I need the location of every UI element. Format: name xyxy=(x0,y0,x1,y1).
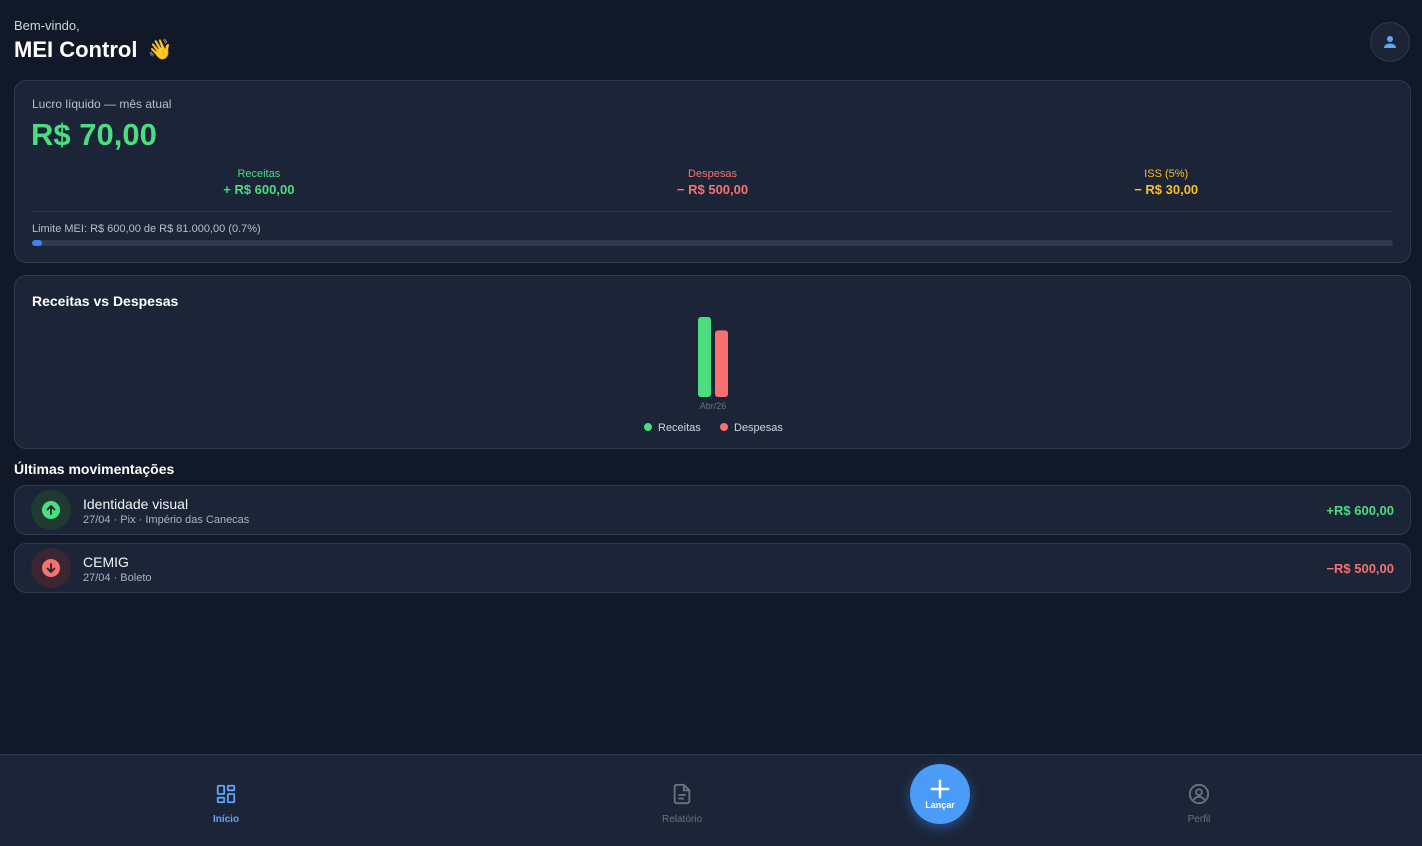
expense-badge xyxy=(31,548,71,588)
bar-receitas xyxy=(698,317,711,397)
nav-report[interactable]: Relatório xyxy=(642,783,722,825)
legend-label-receitas: Receitas xyxy=(658,422,701,434)
profit-label: Lucro líquido — mês atual xyxy=(32,97,172,111)
legend-label-despesas: Despesas xyxy=(734,422,783,434)
net-profit-value: R$ 70,00 xyxy=(31,117,157,152)
plus-icon xyxy=(930,779,950,799)
app: Bem-vindo, MEI Control 👋 Lucro líquido —… xyxy=(0,0,1422,846)
summary-stats: Receitas + R$ 600,00 Despesas − R$ 500,0… xyxy=(32,168,1393,198)
bottom-nav: Início Relatório Lançar Perfil xyxy=(0,754,1422,846)
transaction-row[interactable]: CEMIG 27/04 · Boleto −R$ 500,00 xyxy=(14,543,1411,593)
stat-receitas: Receitas + R$ 600,00 xyxy=(32,168,486,198)
header: Bem-vindo, MEI Control 👋 xyxy=(14,18,1410,68)
mei-limit-progress-fill xyxy=(32,240,42,246)
transaction-amount: +R$ 600,00 xyxy=(1326,503,1394,518)
stat-iss-value: − R$ 30,00 xyxy=(1134,182,1199,197)
app-title: MEI Control xyxy=(14,37,138,62)
transaction-amount: −R$ 500,00 xyxy=(1326,561,1394,576)
dashboard-icon xyxy=(216,784,236,804)
transaction-row[interactable]: Identidade visual 27/04 · Pix · Império … xyxy=(14,485,1411,535)
user-icon xyxy=(1384,36,1396,48)
stat-iss: ISS (5%) − R$ 30,00 xyxy=(939,168,1393,198)
stat-despesas-value: − R$ 500,00 xyxy=(676,182,749,197)
bar-chart: Abr/26 Receitas Despesas xyxy=(644,317,783,434)
add-transaction-button[interactable]: Lançar xyxy=(910,764,970,824)
transaction-meta: 27/04 · Pix · Império das Canecas xyxy=(83,514,250,526)
stat-receitas-label: Receitas xyxy=(237,168,281,180)
mei-limit-progress xyxy=(32,240,1393,246)
stat-despesas-label: Despesas xyxy=(688,168,737,180)
nav-profile[interactable]: Perfil xyxy=(1159,783,1239,825)
title-row: MEI Control 👋 xyxy=(14,37,1410,63)
arrow-down-icon xyxy=(42,559,60,577)
stat-despesas: Despesas − R$ 500,00 xyxy=(486,168,940,198)
nav-home-label: Início xyxy=(212,814,240,825)
stat-receitas-value: + R$ 600,00 xyxy=(223,182,295,197)
transactions-title: Últimas movimentações xyxy=(14,461,175,477)
profile-avatar-button[interactable] xyxy=(1370,22,1410,62)
user-circle-icon xyxy=(1188,783,1210,805)
x-tick-label: Abr/26 xyxy=(700,401,727,411)
mei-limit-text: Limite MEI: R$ 600,00 de R$ 81.000,00 (0… xyxy=(32,223,261,235)
add-transaction-label: Lançar xyxy=(925,800,955,810)
nav-report-label: Relatório xyxy=(661,814,703,825)
income-badge xyxy=(31,490,71,530)
transaction-meta: 27/04 · Boleto xyxy=(83,572,152,584)
legend-marker-receitas xyxy=(644,423,652,431)
legend-marker-despesas xyxy=(720,423,728,431)
arrow-up-icon xyxy=(42,501,60,519)
transaction-name: Identidade visual xyxy=(83,496,189,512)
bar-despesas xyxy=(715,330,728,397)
greeting: Bem-vindo, xyxy=(14,18,80,33)
profit-summary-card: Lucro líquido — mês atual R$ 70,00 Recei… xyxy=(14,80,1411,263)
divider xyxy=(32,211,1393,212)
chart-card: Receitas vs Despesas Abr/26 Receitas Despe… xyxy=(14,275,1411,449)
nav-profile-label: Perfil xyxy=(1187,814,1211,825)
stat-iss-label: ISS (5%) xyxy=(1144,168,1189,180)
document-icon xyxy=(673,783,691,805)
transaction-name: CEMIG xyxy=(83,554,129,570)
waving-hand-icon: 👋 xyxy=(147,39,173,61)
nav-home[interactable]: Início xyxy=(186,783,266,825)
